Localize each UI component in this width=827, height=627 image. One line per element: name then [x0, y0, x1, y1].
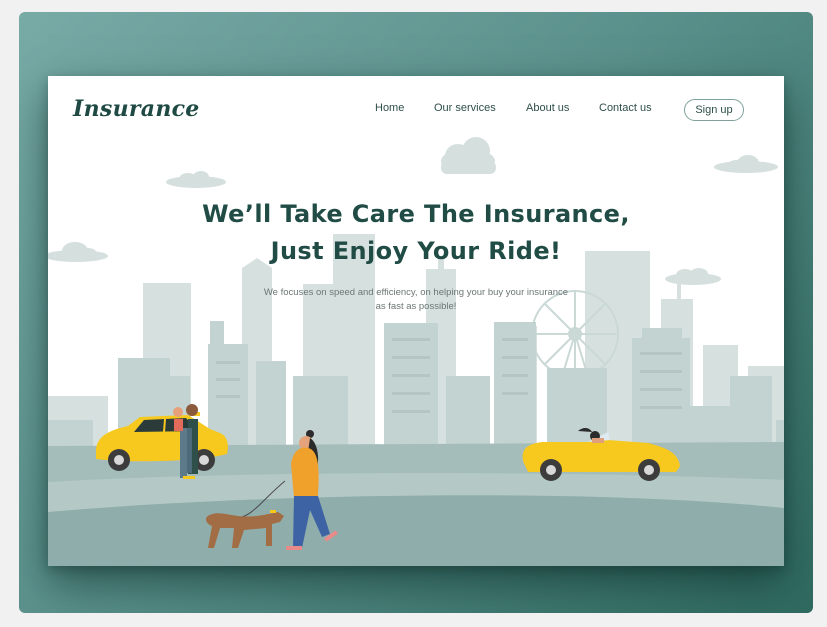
cloud-icon — [665, 268, 721, 285]
cloud-icon — [441, 137, 496, 174]
hero-subtitle-line-1: We focuses on speed and efficiency, on h… — [263, 287, 569, 298]
hero-subtitle-line-2: as fast as possible! — [375, 301, 457, 312]
sign-up-button[interactable]: Sign up — [684, 99, 744, 121]
nav-contact-us[interactable]: Contact us — [599, 102, 652, 114]
nav-our-services[interactable]: Our services — [434, 102, 496, 114]
hero-illustration — [48, 137, 784, 566]
cloud-icon — [714, 155, 778, 173]
hero-headline-line-1: We’ll Take Care The Insurance, — [202, 200, 630, 228]
hero-headline-line-2: Just Enjoy Your Ride! — [270, 237, 562, 265]
brand-logo[interactable]: Insurance — [73, 96, 200, 122]
landing-page: Insurance Home Our services About us Con… — [48, 76, 784, 566]
nav-home[interactable]: Home — [375, 102, 404, 114]
cloud-icon — [166, 171, 226, 188]
showcase-background: Insurance Home Our services About us Con… — [19, 12, 813, 613]
nav-about-us[interactable]: About us — [526, 102, 569, 114]
